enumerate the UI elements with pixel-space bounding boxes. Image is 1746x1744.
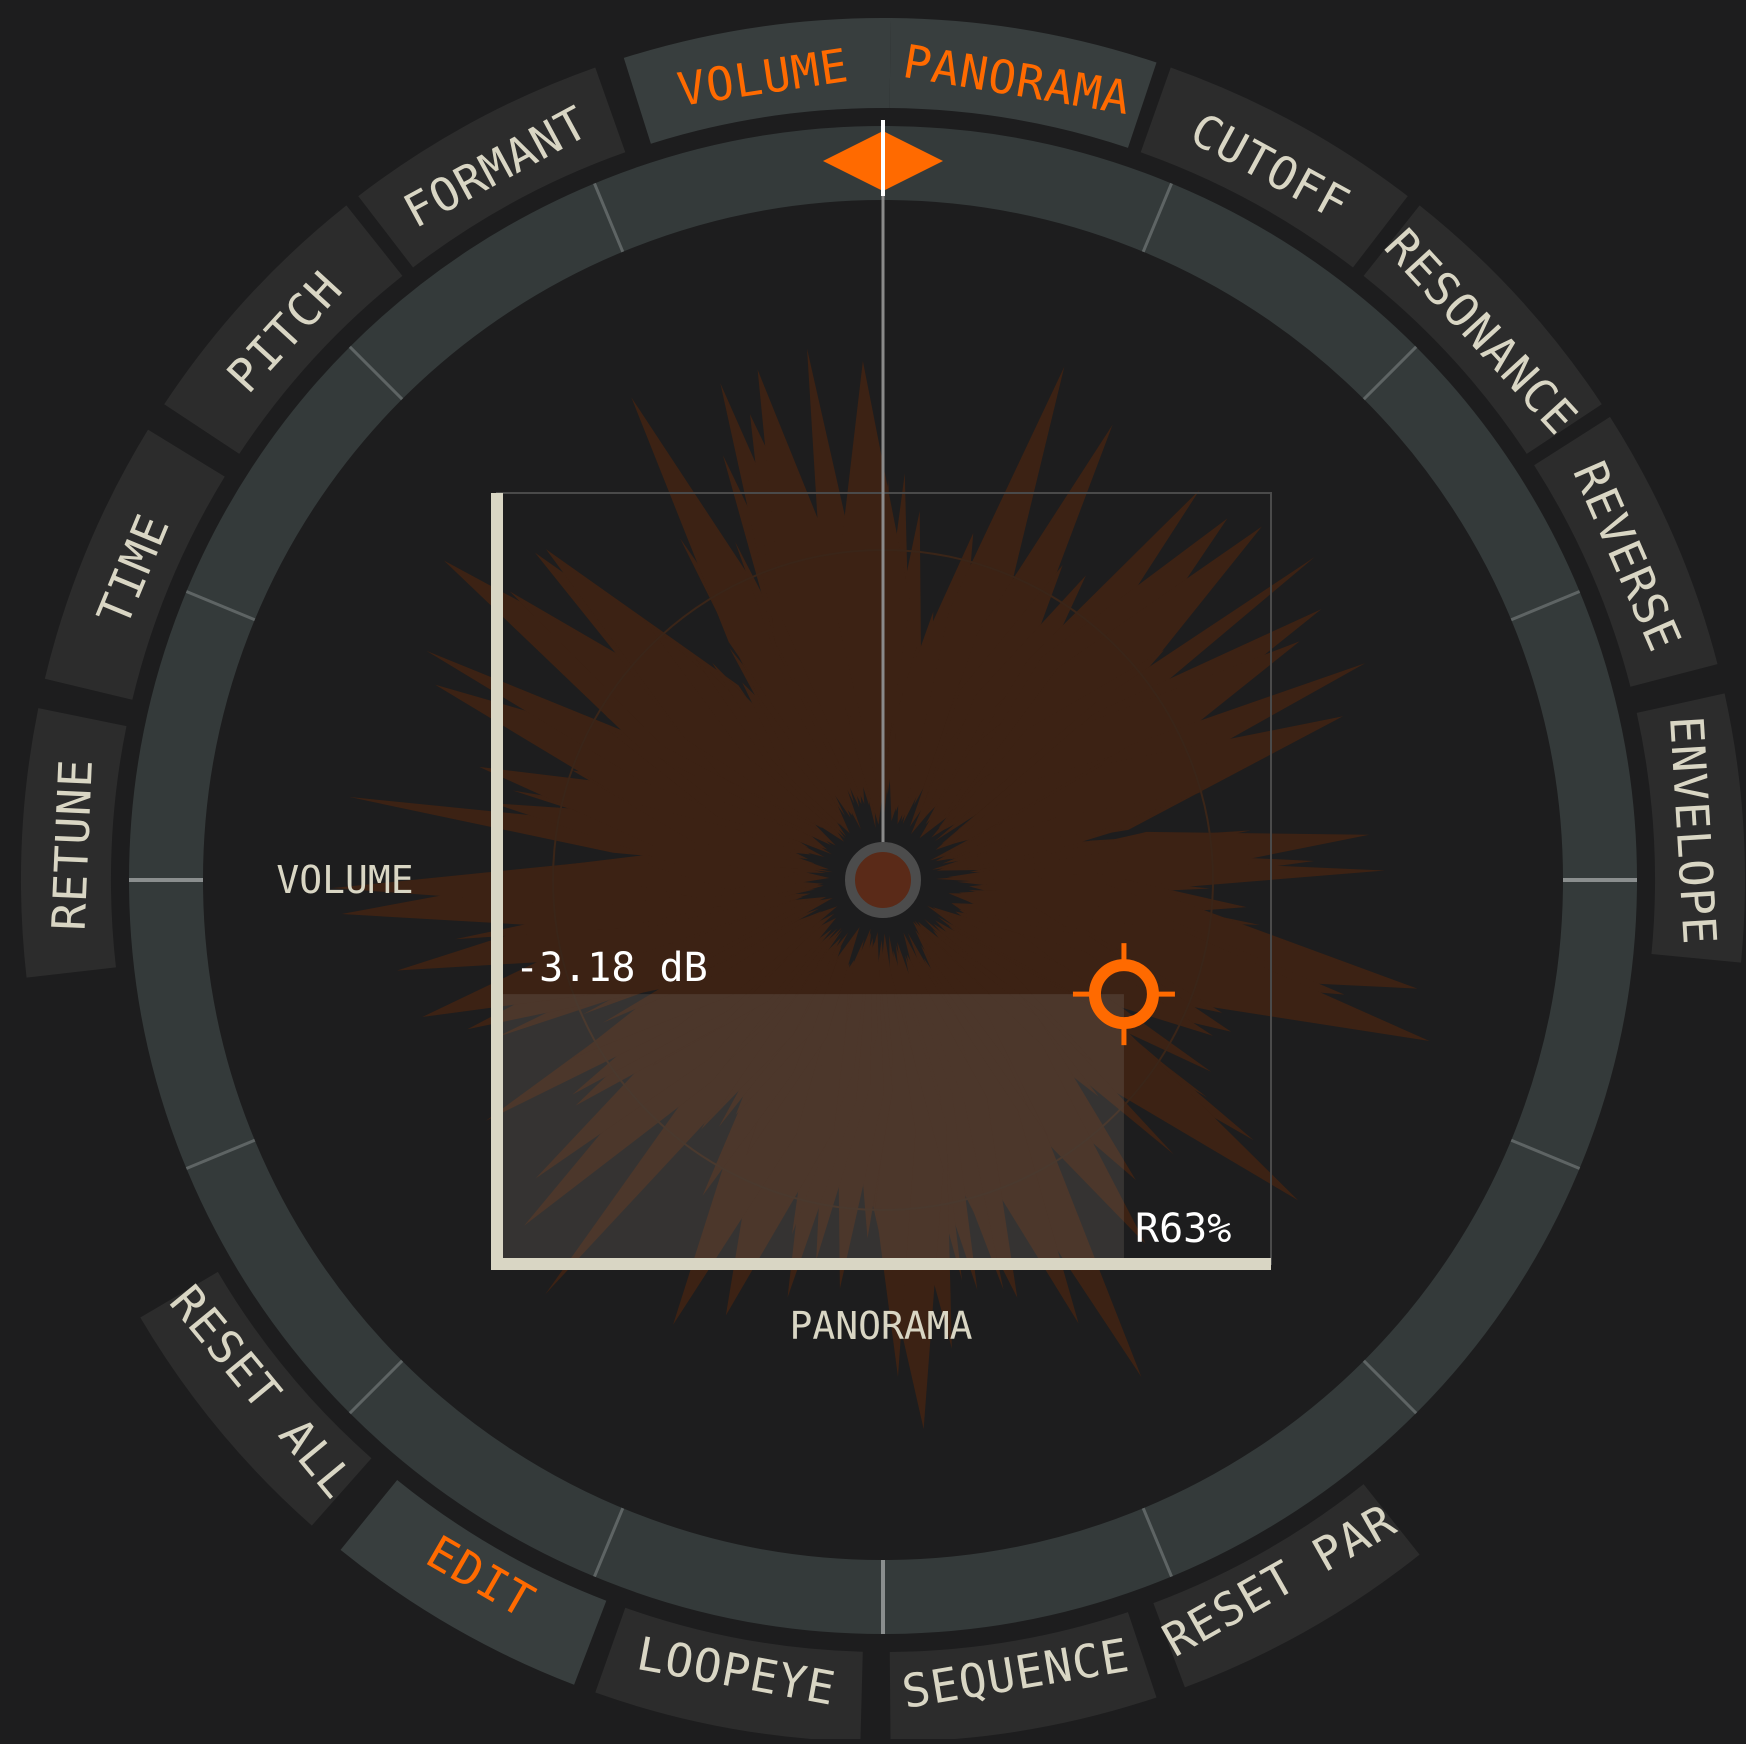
center-hub xyxy=(845,842,921,918)
loopeye-editor: VOLUME FORMANT PITCH TIME RETUNE PANORAMA CUTO… xyxy=(0,0,1746,1742)
retune-button-label: RETUNE xyxy=(42,757,103,931)
xy-pad-value-area xyxy=(497,994,1124,1264)
volume-readout: -3.18 dB xyxy=(515,945,708,991)
panorama-readout: R63% xyxy=(1135,1206,1231,1252)
x-axis-label: PANORAMA xyxy=(789,1304,972,1348)
y-axis-label: VOLUME xyxy=(276,858,413,902)
retune-button[interactable]: RETUNE xyxy=(21,708,127,978)
